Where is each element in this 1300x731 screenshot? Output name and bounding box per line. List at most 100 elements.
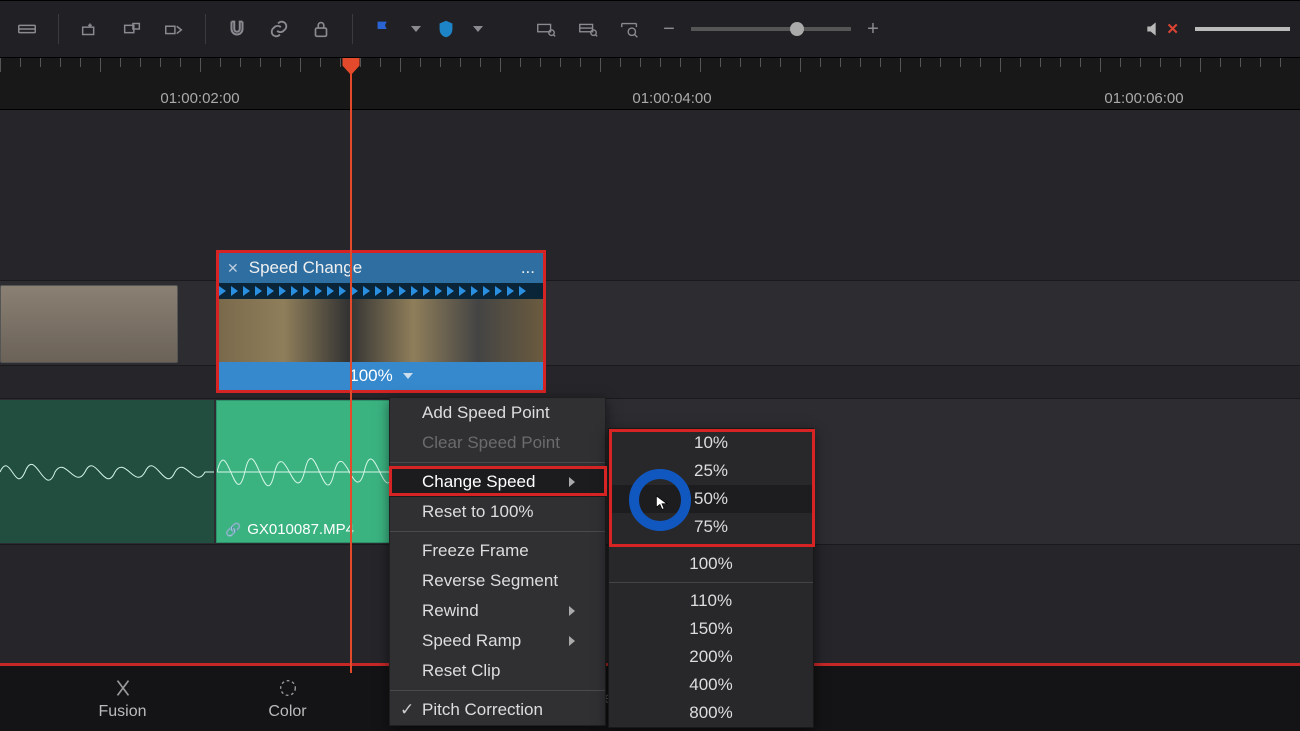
- link-icon[interactable]: [262, 12, 296, 46]
- speed-200[interactable]: 200%: [609, 643, 813, 671]
- ruler-tick: [1040, 58, 1041, 67]
- ruler-tick: [860, 58, 861, 67]
- ruler-tick: [760, 58, 761, 67]
- speed-50[interactable]: 50%: [609, 485, 813, 513]
- ruler-tick: [160, 58, 161, 67]
- ruler-tick: [260, 58, 261, 67]
- zoom-in-button[interactable]: +: [859, 18, 887, 41]
- flag-icon[interactable]: [367, 12, 401, 46]
- ruler-tick: [640, 58, 641, 67]
- chevron-right-icon: [569, 477, 575, 487]
- ruler-tick: [80, 58, 81, 67]
- ruler-tick: [560, 58, 561, 67]
- close-icon[interactable]: ✕: [227, 260, 239, 277]
- marker-shield-icon[interactable]: [429, 12, 463, 46]
- ruler-tick: [380, 58, 381, 67]
- tab-color[interactable]: Color: [205, 677, 370, 721]
- ruler-tick: [320, 58, 321, 67]
- speed-10[interactable]: 10%: [609, 429, 813, 457]
- ruler-tick: [1000, 58, 1001, 72]
- ruler-tick: [1100, 58, 1101, 72]
- ruler-tick: [900, 58, 901, 72]
- speed-context-menu: Add Speed Point Clear Speed Point Change…: [389, 397, 606, 726]
- menu-reverse-segment[interactable]: Reverse Segment: [390, 566, 605, 596]
- speed-75[interactable]: 75%: [609, 513, 813, 541]
- menu-separator: [390, 690, 605, 691]
- menu-pitch-correction[interactable]: ✓ Pitch Correction: [390, 695, 605, 725]
- menu-change-speed[interactable]: Change Speed: [390, 467, 605, 497]
- speed-150[interactable]: 150%: [609, 615, 813, 643]
- link-icon: 🔗: [225, 522, 241, 538]
- ruler-tick: [440, 58, 441, 67]
- audio-clip-label: 🔗 GX010087.MP4: [225, 521, 354, 538]
- ruler-tick: [280, 58, 281, 67]
- ruler-tick: [540, 58, 541, 67]
- tab-fusion[interactable]: Fusion: [40, 677, 205, 721]
- ruler-tick: [60, 58, 61, 67]
- ruler-tick: [920, 58, 921, 67]
- speed-25[interactable]: 25%: [609, 457, 813, 485]
- ruler-tick: [700, 58, 701, 72]
- separator: [352, 14, 353, 44]
- ruler-tick: [180, 58, 181, 67]
- ruler-tick: [1200, 58, 1201, 72]
- ruler-tick: [1240, 58, 1241, 67]
- ruler-tick: [800, 58, 801, 72]
- zoom-custom-icon[interactable]: [613, 12, 647, 46]
- zoom-detail-icon[interactable]: [571, 12, 605, 46]
- zoom-handle[interactable]: [790, 22, 804, 36]
- volume-slider[interactable]: [1195, 27, 1290, 31]
- ruler-tick: [600, 58, 601, 72]
- insert-clip-icon[interactable]: [73, 12, 107, 46]
- speed-400[interactable]: 400%: [609, 671, 813, 699]
- speed-100[interactable]: 100%: [609, 550, 813, 578]
- playhead[interactable]: [343, 58, 360, 75]
- menu-speed-ramp[interactable]: Speed Ramp: [390, 626, 605, 656]
- menu-rewind[interactable]: Rewind: [390, 596, 605, 626]
- menu-add-speed-point[interactable]: Add Speed Point: [390, 398, 605, 428]
- ruler-tick: [980, 58, 981, 67]
- zoom-full-icon[interactable]: [529, 12, 563, 46]
- timeline-toolbar: − + ✕: [0, 0, 1300, 58]
- ruler-tick: [420, 58, 421, 67]
- speed-change-clip[interactable]: ✕ Speed Change ... 100%: [216, 250, 546, 393]
- ruler-tick: [940, 58, 941, 67]
- ruler-tick: [40, 58, 41, 67]
- menu-reset-to-100[interactable]: Reset to 100%: [390, 497, 605, 527]
- menu-reset-clip[interactable]: Reset Clip: [390, 656, 605, 686]
- ruler-tick: [300, 58, 301, 72]
- video-track-lane[interactable]: [0, 280, 1300, 366]
- ruler-tick: [660, 58, 661, 67]
- ruler-tick: [580, 58, 581, 67]
- chevron-right-icon: [569, 636, 575, 646]
- speed-110[interactable]: 110%: [609, 587, 813, 615]
- ruler-tick: [0, 58, 1, 72]
- menu-separator: [390, 531, 605, 532]
- chevron-down-icon[interactable]: [411, 26, 421, 32]
- menu-clear-speed-point: Clear Speed Point: [390, 428, 605, 458]
- audio-filename: GX010087.MP4: [247, 521, 354, 538]
- overwrite-clip-icon[interactable]: [115, 12, 149, 46]
- adjacent-audio-clip[interactable]: [0, 400, 214, 543]
- zoom-out-button[interactable]: −: [655, 18, 683, 41]
- speed-800[interactable]: 800%: [609, 699, 813, 727]
- speed-percent-dropdown[interactable]: 100%: [219, 362, 543, 390]
- timeline-view-icon[interactable]: [10, 12, 44, 46]
- snap-icon[interactable]: [220, 12, 254, 46]
- timeline-ruler[interactable]: 01:00:02:00 01:00:04:00 01:00:06:00: [0, 58, 1300, 110]
- mute-icon[interactable]: ✕: [1144, 19, 1179, 39]
- ruler-tick: [100, 58, 101, 72]
- menu-freeze-frame[interactable]: Freeze Frame: [390, 536, 605, 566]
- replace-clip-icon[interactable]: [157, 12, 191, 46]
- ruler-tick: [620, 58, 621, 67]
- chevron-down-icon[interactable]: [473, 26, 483, 32]
- timecode-label: 01:00:02:00: [160, 90, 239, 107]
- clip-header: ✕ Speed Change ...: [219, 253, 543, 283]
- zoom-slider[interactable]: [691, 27, 851, 31]
- adjacent-clip-thumbnail[interactable]: [0, 285, 178, 363]
- separator: [58, 14, 59, 44]
- menu-separator: [609, 582, 813, 583]
- ruler-tick: [500, 58, 501, 72]
- lock-icon[interactable]: [304, 12, 338, 46]
- clip-title: Speed Change: [249, 258, 362, 278]
